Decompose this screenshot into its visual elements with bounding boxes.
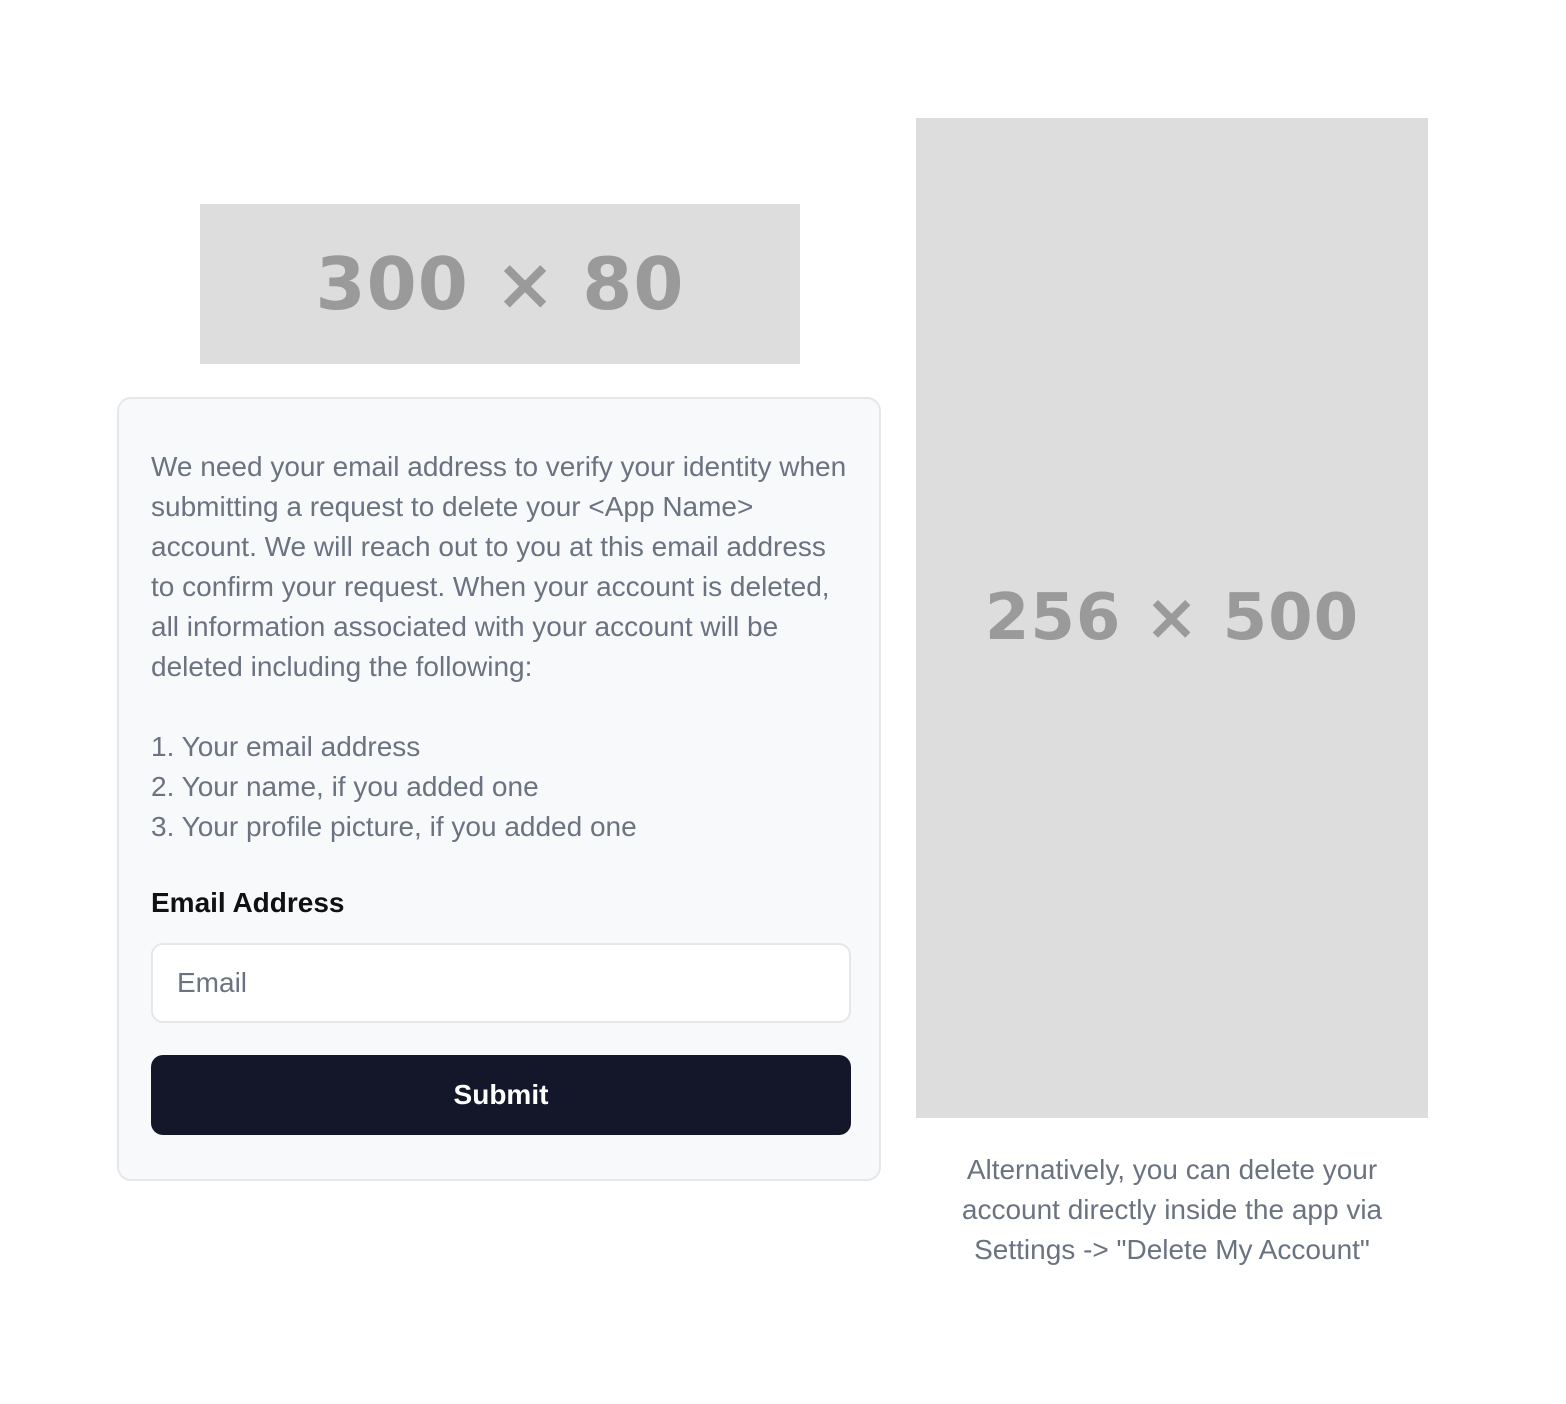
intro-text: We need your email address to verify you…: [151, 451, 847, 682]
logo-placeholder-image: 300 × 80: [200, 204, 800, 364]
submit-button[interactable]: Submit: [151, 1055, 851, 1135]
alternative-deletion-note: Alternatively, you can delete your accou…: [961, 1154, 1383, 1265]
list-item: 3. Your profile picture, if you added on…: [151, 811, 637, 842]
list-item: 2. Your name, if you added one: [151, 771, 539, 802]
deleted-data-list: 1. Your email address 2. Your name, if y…: [151, 727, 851, 847]
screenshot-placeholder-label: 256 × 500: [984, 581, 1360, 655]
logo-placeholder-label: 300 × 80: [315, 242, 685, 326]
delete-account-form-card: We need your email address to verify you…: [117, 397, 881, 1181]
email-input[interactable]: [151, 943, 851, 1023]
email-label: Email Address: [151, 887, 345, 918]
app-screenshot-placeholder-image: 256 × 500: [916, 118, 1428, 1118]
list-item: 1. Your email address: [151, 731, 421, 762]
